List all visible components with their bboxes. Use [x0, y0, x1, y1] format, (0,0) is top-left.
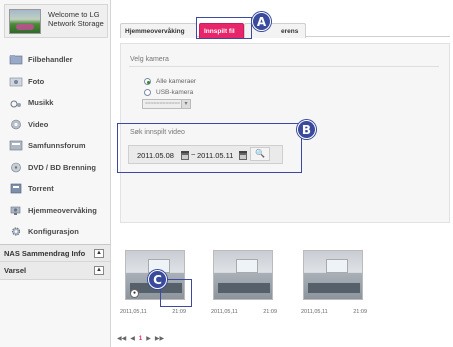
thumbnail-meta: 2011,05,11 21:09	[120, 309, 186, 315]
thumbnail-time: 21:09	[353, 309, 367, 315]
sidebar-item-konfigurasjon[interactable]: Konfigurasjon	[4, 221, 108, 243]
welcome-text: Welcome to LG Network Storage	[48, 10, 108, 28]
search-icon: 🔍	[255, 149, 265, 158]
sidebar-item-foto[interactable]: Foto	[4, 71, 108, 93]
play-icon[interactable]: ●	[130, 289, 139, 298]
search-button[interactable]: 🔍	[250, 147, 270, 161]
thumbnail-date: 2011,05,11	[211, 309, 238, 315]
folder-icon	[8, 54, 23, 66]
thumbnail-card[interactable]	[213, 250, 273, 300]
sidebar-item-filbehandler[interactable]: Filbehandler	[4, 49, 108, 71]
thumbnail-time: 21:09	[263, 309, 277, 315]
radio-usb-camera[interactable]: USB-kamera	[144, 89, 193, 96]
expand-icon[interactable]: ▲	[94, 248, 104, 258]
video-icon	[8, 118, 23, 130]
chevron-down-icon: ▾	[181, 100, 190, 108]
usb-camera-select[interactable]: ============ ▾	[142, 99, 191, 109]
sidebar-item-musikk[interactable]: Musikk	[4, 92, 108, 114]
welcome-line2: Network Storage	[48, 19, 104, 28]
expand-icon[interactable]: ▲	[94, 266, 104, 275]
date-to-input[interactable]: 2011.05.11	[197, 151, 233, 160]
config-icon	[8, 226, 23, 238]
photo-icon	[8, 75, 23, 87]
thumbnail-date: 2011,05,11	[301, 309, 328, 315]
sidebar-item-dvd-bd[interactable]: DVD / BD Brenning	[4, 157, 108, 179]
date-from-input[interactable]: 2011.05.08	[137, 151, 174, 160]
sidebar-item-label: Video	[28, 119, 49, 129]
thumbnail-meta: 2011,05,11 21:09	[211, 309, 277, 315]
community-icon	[8, 140, 23, 152]
torrent-icon	[8, 183, 23, 195]
calendar-icon[interactable]	[239, 151, 247, 160]
date-separator: ~	[191, 150, 196, 159]
tab-hjemmeovervaking[interactable]: Hjemmeovervåking	[120, 23, 197, 38]
usb-camera-select-value: ============	[145, 101, 181, 107]
sidebar-menu: Filbehandler Foto Musikk Video Samfunnsf…	[4, 49, 108, 243]
callout-a: A	[252, 12, 271, 31]
camera-section-label: Velg kamera	[130, 56, 169, 63]
alert-label: Varsel	[4, 266, 27, 275]
divider	[129, 66, 439, 67]
callout-b: B	[297, 120, 316, 139]
radio-usb-label: USB-kamera	[156, 89, 194, 96]
sidebar-bottom: NAS Sammendrag Info ▲ Varsel ▲	[0, 244, 110, 280]
radio-selected-icon	[144, 78, 151, 85]
sidebar-item-label: Torrent	[28, 184, 54, 194]
sidebar-item-torrent[interactable]: Torrent	[4, 178, 108, 200]
sidebar-item-label: Samfunnsforum	[28, 141, 86, 151]
pager-next-button[interactable]: ▶	[146, 335, 151, 342]
callout-c: C	[148, 270, 167, 289]
thumbnail-meta: 2011,05,11 21:09	[301, 309, 367, 315]
sidebar-item-label: DVD / BD Brenning	[28, 162, 96, 172]
sidebar-item-samfunnsforum[interactable]: Samfunnsforum	[4, 135, 108, 157]
callout-a-frame	[196, 17, 252, 39]
sidebar-item-label: Musikk	[28, 98, 54, 108]
thumbnail-date: 2011,05,11	[120, 309, 147, 315]
tab-third-label: erens	[281, 28, 299, 35]
sidebar-item-label: Konfigurasjon	[28, 227, 79, 237]
calendar-icon[interactable]	[181, 151, 189, 160]
sidebar-item-label: Filbehandler	[28, 55, 73, 65]
welcome-line1: Welcome to LG	[48, 10, 100, 19]
nas-info-row[interactable]: NAS Sammendrag Info ▲	[0, 244, 110, 262]
pager-last-button[interactable]: ▶▶	[155, 335, 164, 342]
thumbnail-card[interactable]	[303, 250, 363, 300]
thumbnail-time: 21:09	[172, 309, 186, 315]
pager: ◀◀ ◀ 1 ▶ ▶▶	[117, 335, 168, 343]
sidebar-item-hjemmeovervaking[interactable]: Hjemmeovervåking	[4, 200, 108, 222]
tab-bar: Hjemmeovervåking Innspilt fil erens	[120, 21, 450, 38]
disc-icon	[8, 161, 23, 173]
radio-all-label: Alle kameraer	[156, 78, 197, 85]
alert-row[interactable]: Varsel ▲	[0, 262, 110, 280]
pager-prev-button[interactable]: ◀	[130, 335, 135, 342]
sidebar-item-label: Hjemmeovervåking	[28, 205, 97, 215]
radio-all-cameras[interactable]: Alle kameraer	[144, 78, 196, 85]
sidebar: Welcome to LG Network Storage Filbehandl…	[0, 0, 111, 347]
radio-unselected-icon	[144, 89, 151, 96]
pager-first-button[interactable]: ◀◀	[117, 335, 126, 342]
welcome-panel: Welcome to LG Network Storage	[4, 4, 108, 38]
camera-icon	[8, 204, 23, 216]
welcome-thumbnail	[9, 9, 41, 34]
nas-info-label: NAS Sammendrag Info	[4, 248, 86, 258]
sidebar-item-label: Foto	[28, 76, 45, 86]
pager-current-page[interactable]: 1	[139, 336, 142, 342]
music-icon	[8, 97, 23, 109]
sidebar-item-video[interactable]: Video	[4, 114, 108, 136]
